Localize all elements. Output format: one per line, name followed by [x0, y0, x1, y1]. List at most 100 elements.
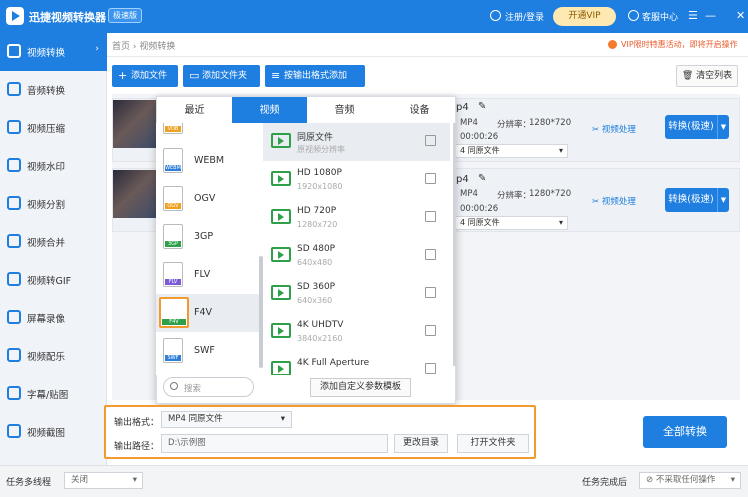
format-label: OGV: [194, 193, 216, 204]
video-process-label: 视频处理: [601, 197, 636, 207]
file-resolution: 1280*720: [529, 189, 572, 199]
app-logo-icon: [6, 7, 24, 25]
format-item-3gp[interactable]: 3GP 3GP: [156, 218, 261, 256]
sidebar-item-compress[interactable]: 视频压缩: [0, 109, 107, 147]
close-icon[interactable]: ✕: [736, 9, 745, 22]
subtitle-icon: [7, 386, 21, 400]
edit-icon[interactable]: [425, 325, 436, 336]
preset-list-scrollbar[interactable]: [453, 123, 456, 366]
convert-button[interactable]: 转换(极速): [665, 115, 717, 139]
format-item-vob[interactable]: VOB: [156, 123, 261, 141]
video-process-link[interactable]: ✂ 视频处理: [592, 123, 636, 135]
sidebar-item-merge[interactable]: 视频合并: [0, 223, 107, 261]
sidebar-item-watermark[interactable]: 视频水印: [0, 147, 107, 185]
preset-item[interactable]: 4K UHDTV 3840x2160: [263, 313, 450, 351]
vip-button[interactable]: 开通VIP: [553, 7, 616, 26]
convert-dropdown-icon[interactable]: ▼: [717, 115, 729, 139]
add-custom-template-button[interactable]: 添加自定义参数模板: [310, 378, 411, 397]
add-folder-button[interactable]: ▭ 添加文件夹: [183, 65, 260, 87]
sidebar-item-label: 视频配乐: [27, 352, 66, 363]
video-thumbnail: [113, 100, 161, 148]
format-item-swf[interactable]: SWF SWF: [156, 332, 261, 370]
tab-video[interactable]: 视频: [232, 97, 307, 124]
edit-icon[interactable]: [425, 287, 436, 298]
format-label: FLV: [194, 269, 211, 280]
preset-item[interactable]: SD 360P 640x360: [263, 275, 450, 313]
format-item-webm[interactable]: WEBM WEBM: [156, 142, 261, 180]
change-directory-button[interactable]: 更改目录: [394, 434, 448, 453]
chevron-down-icon: ▾: [132, 475, 137, 485]
sidebar-item-subtitle[interactable]: 字幕/贴图: [0, 375, 107, 413]
open-folder-button[interactable]: 打开文件夹: [457, 434, 529, 453]
tab-recent[interactable]: 最近: [157, 97, 232, 124]
edit-name-icon[interactable]: ✎: [478, 173, 486, 184]
file-icon: WEBM: [163, 148, 183, 173]
sidebar-item-gif[interactable]: 视频转GIF: [0, 261, 107, 299]
screenshot-icon: [7, 424, 21, 438]
sidebar-item-screenshot[interactable]: 视频截图: [0, 413, 107, 451]
sidebar-item-video-convert[interactable]: 视频转换 ›: [0, 33, 107, 71]
video-preset-icon: [271, 209, 291, 224]
app-title: 迅捷视频转换器: [29, 11, 106, 24]
preset-item[interactable]: HD 720P 1280x720: [263, 199, 450, 237]
convert-button[interactable]: 转换(极速): [665, 188, 717, 212]
tab-device[interactable]: 设备: [382, 97, 457, 124]
format-item-flv[interactable]: FLV FLV: [156, 256, 261, 294]
output-path-input[interactable]: D:\示例图: [161, 434, 388, 453]
edit-icon[interactable]: [425, 249, 436, 260]
sidebar-item-music[interactable]: 视频配乐: [0, 337, 107, 375]
output-preset-dropdown[interactable]: 4 同原文件 ▾: [455, 216, 568, 230]
multithread-dropdown[interactable]: 关闭 ▾: [64, 472, 143, 489]
after-complete-dropdown[interactable]: ⊘ 不采取任何操作 ▾: [639, 472, 741, 489]
sidebar-item-split[interactable]: 视频分割: [0, 185, 107, 223]
video-process-link[interactable]: ✂ 视频处理: [592, 195, 636, 207]
search-icon: [170, 382, 178, 390]
output-format-label: 输出格式：: [114, 418, 160, 428]
output-format-dropdown[interactable]: MP4 同原文件 ▾: [161, 411, 292, 428]
preset-item[interactable]: 同原文件 原视频分辨率: [263, 123, 450, 161]
preset-title: HD 1080P: [297, 168, 342, 178]
edit-icon[interactable]: [425, 211, 436, 222]
chevron-right-icon: ›: [95, 44, 99, 54]
edit-icon[interactable]: [425, 135, 436, 146]
promo-link[interactable]: VIP限时特惠活动，即将开启操作: [621, 39, 738, 50]
breadcrumb: 首页 › 视频转换: [112, 42, 176, 52]
preset-subtitle: 640x480: [297, 258, 333, 267]
add-file-button[interactable]: + 添加文件: [112, 65, 178, 87]
service-icon[interactable]: [628, 10, 639, 21]
sidebar-item-label: 视频转换: [27, 48, 66, 59]
edit-name-icon[interactable]: ✎: [478, 101, 486, 112]
sidebar-item-label: 视频水印: [27, 162, 66, 173]
edit-icon[interactable]: [425, 363, 436, 374]
login-link[interactable]: 注册/登录: [505, 10, 544, 23]
preset-value: 4 同原文件: [460, 146, 500, 155]
preset-item[interactable]: HD 1080P 1920x1080: [263, 161, 450, 199]
file-icon: FLV: [163, 262, 183, 287]
tab-audio[interactable]: 音频: [307, 97, 382, 124]
convert-all-button[interactable]: 全部转换: [643, 416, 727, 448]
after-complete-label: 任务完成后: [582, 478, 628, 488]
output-preset-dropdown[interactable]: 4 同原文件 ▾: [455, 144, 568, 158]
format-item-ogv[interactable]: OGV OGV: [156, 180, 261, 218]
add-by-format-button[interactable]: ≡ 按输出格式添加: [265, 65, 365, 87]
sidebar-item-record[interactable]: 屏幕录像: [0, 299, 107, 337]
clear-list-button[interactable]: 🗑 清空列表: [676, 65, 738, 87]
sidebar-item-label: 视频转GIF: [27, 276, 72, 287]
format-item-f4v[interactable]: F4V F4V: [156, 294, 261, 332]
convert-dropdown-icon[interactable]: ▼: [717, 188, 729, 212]
format-tag: OGV: [165, 203, 181, 209]
menu-icon[interactable]: ☰: [688, 9, 698, 22]
video-convert-icon: [7, 44, 21, 58]
preset-item[interactable]: 4K Full Aperture: [263, 351, 450, 375]
service-link[interactable]: 客服中心: [642, 10, 678, 23]
user-icon[interactable]: [490, 10, 501, 21]
clear-list-label: 清空列表: [696, 71, 733, 81]
preset-item[interactable]: SD 480P 640x480: [263, 237, 450, 275]
minimize-icon[interactable]: —: [705, 9, 716, 22]
format-tag: SWF: [165, 355, 181, 361]
add-folder-label: 添加文件夹: [202, 71, 248, 81]
sidebar-item-audio-convert[interactable]: 音频转换: [0, 71, 107, 109]
video-process-label: 视频处理: [601, 125, 636, 135]
edit-icon[interactable]: [425, 173, 436, 184]
sidebar-item-label: 视频压缩: [27, 124, 66, 135]
